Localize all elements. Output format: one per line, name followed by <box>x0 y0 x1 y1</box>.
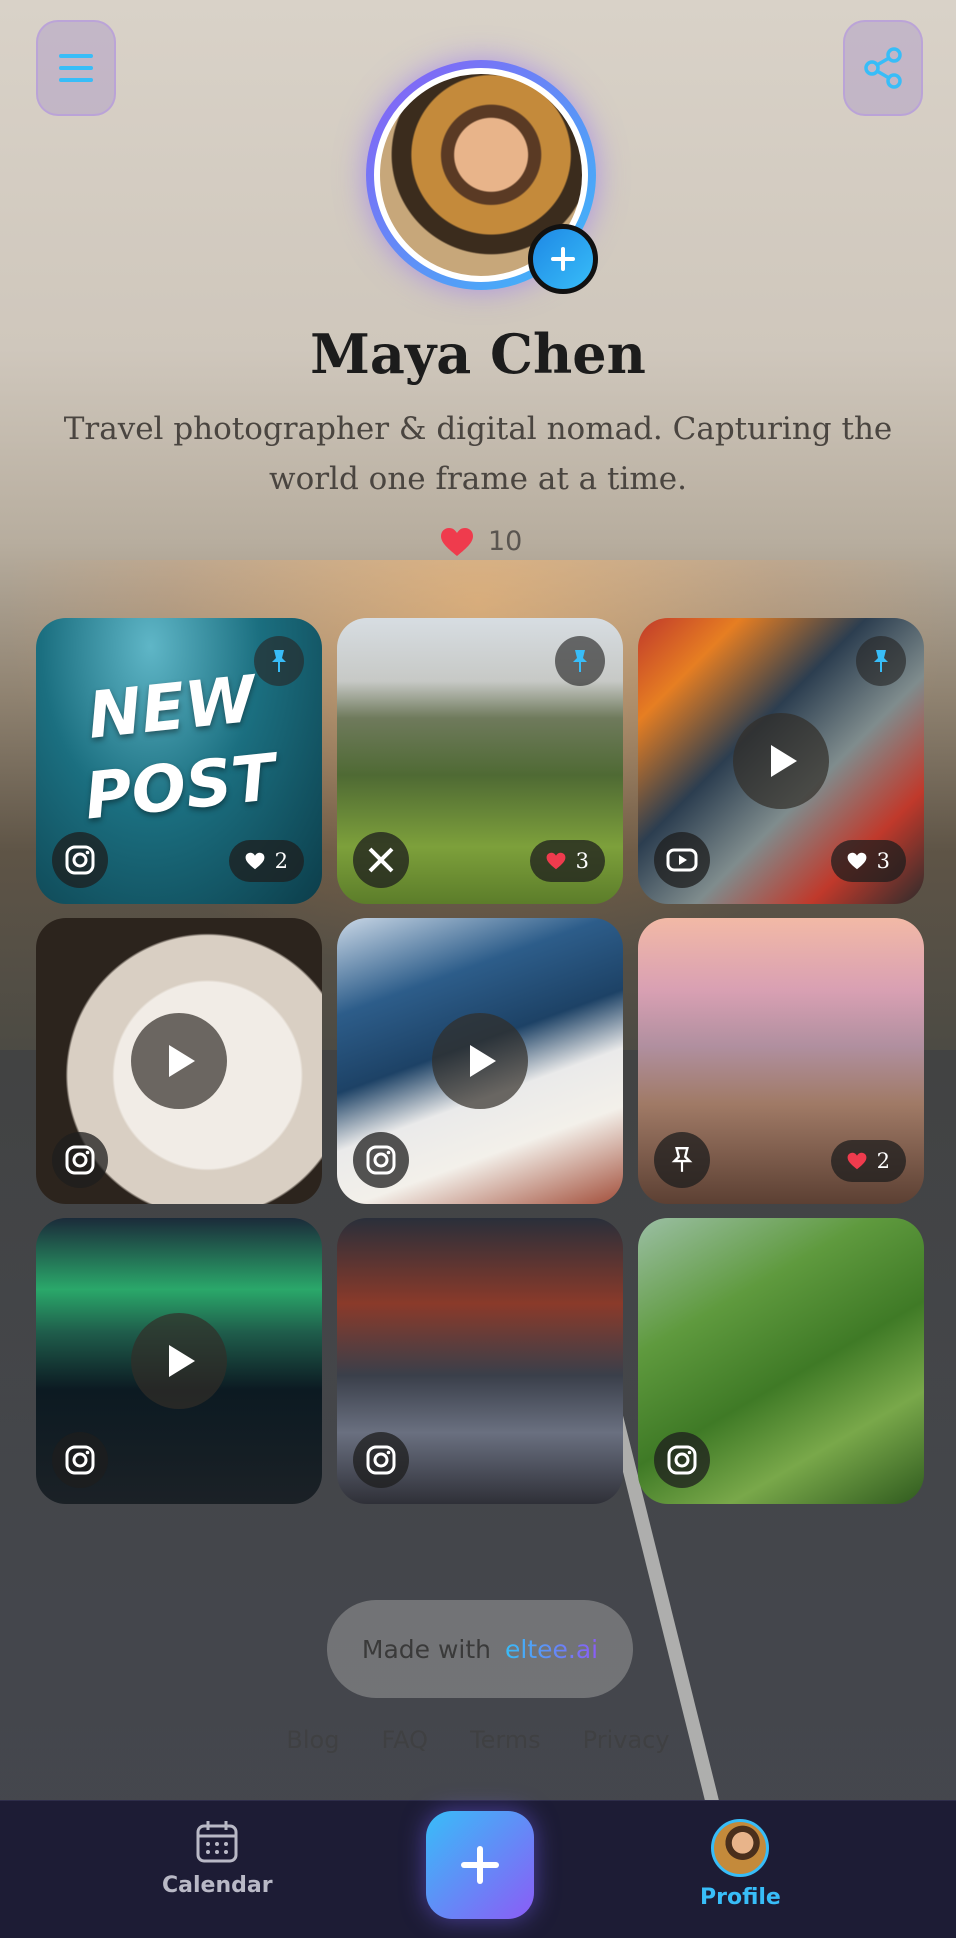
post-likes[interactable]: 3 <box>529 840 605 882</box>
instagram-icon <box>65 845 95 875</box>
plus-icon <box>461 1846 499 1884</box>
post-tile[interactable]: 2 <box>638 918 924 1204</box>
nav-calendar[interactable]: Calendar <box>162 1819 273 1898</box>
play-icon <box>771 745 797 777</box>
new-post-overlay: NEW POST <box>48 656 303 840</box>
play-button[interactable] <box>733 713 829 809</box>
heart-icon <box>847 1152 867 1170</box>
likes-count: 10 <box>488 526 523 557</box>
post-tile[interactable]: NEW POST 2 <box>36 618 322 904</box>
platform-badge <box>353 1132 409 1188</box>
play-icon <box>169 1345 195 1377</box>
instagram-icon <box>667 1445 697 1475</box>
heart-icon <box>245 852 265 870</box>
calendar-icon <box>196 1821 238 1863</box>
pin-button[interactable] <box>555 636 605 686</box>
post-tile[interactable] <box>337 918 623 1204</box>
post-likes[interactable]: 2 <box>228 840 304 882</box>
made-with-text: Made with <box>361 1634 492 1664</box>
post-likes-count: 2 <box>876 1149 890 1173</box>
post-likes-count: 3 <box>575 849 589 873</box>
pin-icon <box>272 650 286 672</box>
instagram-icon <box>366 1445 396 1475</box>
footer-link-faq[interactable]: FAQ <box>381 1726 428 1754</box>
profile-avatar-small <box>711 1819 770 1877</box>
made-with-badge[interactable]: Made with eltee.ai <box>327 1600 633 1698</box>
footer-link-blog[interactable]: Blog <box>286 1726 339 1754</box>
hamburger-icon <box>59 54 93 82</box>
platform-badge <box>654 832 710 888</box>
post-tile[interactable] <box>36 1218 322 1504</box>
post-likes[interactable]: 3 <box>830 840 906 882</box>
nav-profile-label: Profile <box>700 1885 781 1910</box>
post-tile[interactable]: 3 <box>337 618 623 904</box>
x-icon <box>368 847 394 873</box>
pin-button[interactable] <box>254 636 304 686</box>
post-tile[interactable]: 3 <box>638 618 924 904</box>
heart-icon <box>441 527 473 556</box>
posts-grid: NEW POST 2 3 3 2 <box>36 618 924 1504</box>
platform-badge <box>52 832 108 888</box>
pin-icon <box>671 1146 693 1172</box>
platform-badge <box>654 1132 710 1188</box>
post-tile[interactable] <box>36 918 322 1204</box>
plus-icon <box>551 247 575 271</box>
youtube-icon <box>666 848 698 872</box>
play-icon <box>169 1045 195 1077</box>
footer-link-privacy[interactable]: Privacy <box>583 1726 670 1754</box>
add-story-button[interactable] <box>528 224 598 294</box>
post-tile[interactable] <box>337 1218 623 1504</box>
nav-calendar-label: Calendar <box>162 1873 273 1898</box>
post-likes-count: 3 <box>876 849 890 873</box>
share-button[interactable] <box>843 20 923 116</box>
profile-bio: Travel photographer & digital nomad. Cap… <box>63 411 893 497</box>
platform-badge <box>52 1432 108 1488</box>
pin-button[interactable] <box>856 636 906 686</box>
play-icon <box>470 1045 496 1077</box>
brand-link[interactable]: eltee.ai <box>505 1635 598 1664</box>
platform-badge <box>654 1432 710 1488</box>
instagram-icon <box>366 1145 396 1175</box>
play-button[interactable] <box>131 1013 227 1109</box>
heart-icon <box>847 852 867 870</box>
platform-badge <box>353 1432 409 1488</box>
heart-icon <box>546 852 566 870</box>
profile-likes[interactable]: 10 <box>440 526 522 557</box>
post-tile[interactable] <box>638 1218 924 1504</box>
pin-icon <box>874 650 888 672</box>
play-button[interactable] <box>131 1313 227 1409</box>
bottom-nav: Calendar Profile <box>0 1800 956 1938</box>
menu-button[interactable] <box>36 20 116 116</box>
instagram-icon <box>65 1445 95 1475</box>
footer-link-terms[interactable]: Terms <box>470 1726 541 1754</box>
instagram-icon <box>65 1145 95 1175</box>
footer-links: Blog FAQ Terms Privacy <box>0 1726 956 1754</box>
nav-profile[interactable]: Profile <box>700 1819 781 1910</box>
post-likes-count: 2 <box>274 849 288 873</box>
share-icon <box>864 47 902 89</box>
pin-icon <box>573 650 587 672</box>
create-post-button[interactable] <box>426 1811 534 1919</box>
profile-name: Maya Chen <box>310 322 646 386</box>
play-button[interactable] <box>432 1013 528 1109</box>
post-likes[interactable]: 2 <box>830 1140 906 1182</box>
platform-badge <box>353 832 409 888</box>
platform-badge <box>52 1132 108 1188</box>
